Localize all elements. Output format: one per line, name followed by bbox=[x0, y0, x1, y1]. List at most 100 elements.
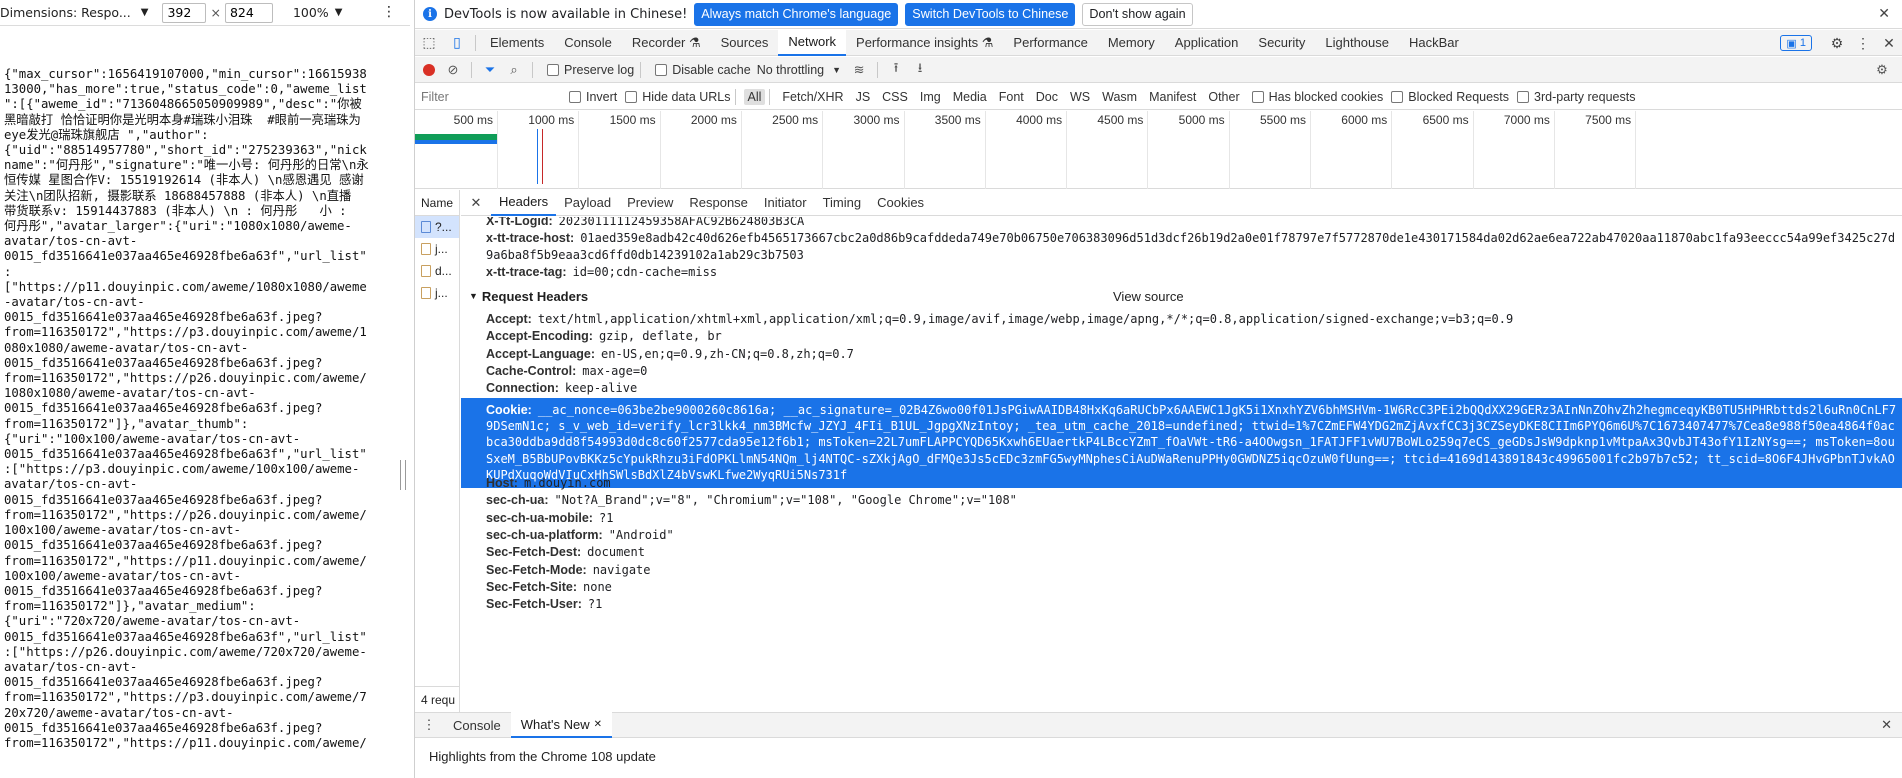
drawer-tab-label: Console bbox=[453, 717, 501, 733]
request-row[interactable]: d... bbox=[415, 260, 459, 282]
request-row[interactable]: j... bbox=[415, 238, 459, 260]
drawer-tab-what-s-new[interactable]: What's New ✕ bbox=[510, 712, 613, 738]
always-match-language-button[interactable]: Always match Chrome's language bbox=[694, 2, 899, 26]
invert-label: Invert bbox=[586, 89, 618, 104]
tab-console[interactable]: Console bbox=[554, 30, 622, 56]
request-headers-section[interactable]: ▼ Request Headers View source bbox=[461, 285, 1902, 307]
detail-tab-headers[interactable]: Headers bbox=[491, 190, 557, 216]
triangle-down-icon[interactable]: ▼ bbox=[469, 291, 478, 301]
drawer-tab-console[interactable]: Console bbox=[443, 712, 511, 738]
tab-memory[interactable]: Memory bbox=[1098, 30, 1165, 56]
filter-type-other[interactable]: Other bbox=[1204, 89, 1243, 105]
checkbox-box[interactable] bbox=[1517, 90, 1530, 103]
detail-tab-preview[interactable]: Preview bbox=[619, 190, 681, 216]
device-height-input[interactable] bbox=[224, 2, 273, 23]
device-width-input[interactable] bbox=[162, 2, 207, 23]
zoom-dropdown[interactable]: 100% bbox=[293, 5, 329, 20]
checkbox-box[interactable] bbox=[625, 90, 638, 103]
chevron-down-icon[interactable]: ▼ bbox=[335, 7, 343, 18]
switch-to-chinese-button[interactable]: Switch DevTools to Chinese bbox=[905, 2, 1076, 26]
filter-type-js[interactable]: JS bbox=[852, 89, 875, 105]
dont-show-again-button[interactable]: Don't show again bbox=[1082, 2, 1193, 26]
tab-performance-insights[interactable]: Performance insights ⚗ bbox=[846, 30, 1003, 56]
has-blocked-cookies-checkbox[interactable]: Has blocked cookies bbox=[1251, 90, 1383, 104]
tab-lighthouse[interactable]: Lighthouse bbox=[1315, 30, 1399, 56]
tab-application[interactable]: Application bbox=[1165, 30, 1249, 56]
tab-network[interactable]: Network bbox=[778, 29, 847, 56]
header-row: Connection: keep-alive bbox=[461, 378, 1902, 399]
json-line: avatar/tos-cn-avt- bbox=[4, 234, 138, 249]
close-icon[interactable]: ✕ bbox=[1876, 35, 1902, 52]
filter-type-img[interactable]: Img bbox=[916, 89, 945, 105]
search-icon[interactable]: ⌕ bbox=[502, 62, 526, 78]
tab-performance[interactable]: Performance bbox=[1003, 30, 1097, 56]
more-options-icon[interactable]: ⋮ bbox=[415, 717, 443, 733]
name-column-header[interactable]: Name bbox=[415, 190, 459, 216]
issues-count: 1 bbox=[1799, 37, 1806, 49]
detail-tab-cookies[interactable]: Cookies bbox=[869, 190, 932, 216]
filter-type-all[interactable]: All bbox=[743, 88, 766, 105]
close-icon[interactable]: ✕ bbox=[461, 195, 491, 211]
filter-type-wasm[interactable]: Wasm bbox=[1098, 89, 1141, 105]
record-icon[interactable] bbox=[423, 63, 435, 76]
header-value: 20230111112459358AFAC92B624803B3CA bbox=[558, 217, 805, 228]
device-toolbar-icon[interactable]: ▯ bbox=[443, 34, 471, 51]
detail-tab-payload[interactable]: Payload bbox=[556, 190, 619, 216]
filter-type-manifest[interactable]: Manifest bbox=[1145, 89, 1200, 105]
disable-cache-checkbox[interactable]: Disable cache bbox=[655, 63, 751, 77]
filter-icon[interactable]: ⏷ bbox=[478, 62, 502, 78]
network-conditions-icon[interactable]: ≋ bbox=[847, 62, 871, 78]
more-options-icon[interactable]: ⋮ bbox=[1850, 35, 1876, 52]
more-options-icon[interactable]: ⋮ bbox=[382, 4, 396, 20]
tab-recorder[interactable]: Recorder ⚗ bbox=[622, 30, 711, 56]
checkbox-box[interactable] bbox=[569, 90, 581, 103]
request-row[interactable]: j... bbox=[415, 282, 459, 304]
resize-handle[interactable] bbox=[400, 460, 406, 490]
filter-input[interactable]: Filter bbox=[421, 90, 561, 104]
import-har-icon[interactable]: ⭱ bbox=[884, 59, 908, 81]
export-har-icon[interactable]: ⭳ bbox=[908, 59, 932, 81]
drawer-tabs-container: Console What's New ✕ bbox=[443, 712, 613, 738]
network-overview-timeline[interactable]: 500 ms 1000 ms 1500 ms 2000 ms 2500 ms 3000 m… bbox=[415, 111, 1902, 189]
filter-type-css[interactable]: CSS bbox=[878, 89, 912, 105]
gear-icon[interactable]: ⚙ bbox=[1824, 35, 1850, 52]
view-source-link[interactable]: View source bbox=[1113, 289, 1184, 304]
blocked-requests-checkbox[interactable]: Blocked Requests bbox=[1391, 90, 1509, 104]
filter-type-ws[interactable]: WS bbox=[1066, 89, 1094, 105]
throttling-dropdown[interactable]: No throttling bbox=[757, 63, 824, 77]
json-line: 0015_fd3516641e037aa465e46928fbe6a63f","… bbox=[4, 629, 367, 644]
issues-badge[interactable]: ▣ 1 bbox=[1780, 35, 1812, 51]
close-icon[interactable]: ✕ bbox=[1878, 6, 1890, 22]
detail-tab-timing[interactable]: Timing bbox=[815, 190, 870, 216]
preserve-log-checkbox[interactable]: Preserve log bbox=[547, 63, 634, 77]
filter-type-doc[interactable]: Doc bbox=[1032, 89, 1062, 105]
inspect-element-icon[interactable]: ⬚ bbox=[415, 34, 443, 51]
filter-type-font[interactable]: Font bbox=[995, 89, 1028, 105]
checkbox-box[interactable] bbox=[1251, 90, 1264, 103]
filter-type-fetch-xhr[interactable]: Fetch/XHR bbox=[778, 89, 847, 105]
invert-checkbox[interactable]: Invert bbox=[569, 90, 617, 104]
timeline-tick-label: 500 ms bbox=[453, 113, 493, 127]
close-drawer-icon[interactable]: ✕ bbox=[1881, 717, 1892, 733]
gear-icon[interactable]: ⚙ bbox=[1870, 62, 1894, 78]
detail-tab-response[interactable]: Response bbox=[681, 190, 756, 216]
filter-type-media[interactable]: Media bbox=[949, 89, 991, 105]
checkbox-box[interactable] bbox=[1391, 90, 1404, 103]
chevron-down-icon[interactable]: ▼ bbox=[141, 7, 149, 18]
tab-hackbar[interactable]: HackBar bbox=[1399, 30, 1469, 56]
dimensions-dropdown[interactable]: Dimensions: Respo... bbox=[0, 5, 131, 20]
preserve-log-label: Preserve log bbox=[564, 62, 635, 77]
third-party-requests-checkbox[interactable]: 3rd-party requests bbox=[1517, 90, 1635, 104]
header-value: __ac_nonce=063be2be9000260c8616a; __ac_s… bbox=[486, 402, 1897, 483]
clear-icon[interactable]: ⊘ bbox=[441, 62, 465, 78]
hide-data-urls-checkbox[interactable]: Hide data URLs bbox=[625, 90, 731, 104]
close-icon[interactable]: ✕ bbox=[594, 719, 602, 730]
chevron-down-icon[interactable]: ▼ bbox=[832, 65, 841, 75]
tab-elements[interactable]: Elements bbox=[480, 30, 554, 56]
detail-tab-initiator[interactable]: Initiator bbox=[756, 190, 815, 216]
checkbox-box[interactable] bbox=[655, 63, 668, 76]
request-row[interactable]: ?... bbox=[415, 216, 459, 238]
checkbox-box[interactable] bbox=[547, 63, 559, 76]
tab-sources[interactable]: Sources bbox=[711, 30, 779, 56]
tab-security[interactable]: Security bbox=[1248, 30, 1315, 56]
